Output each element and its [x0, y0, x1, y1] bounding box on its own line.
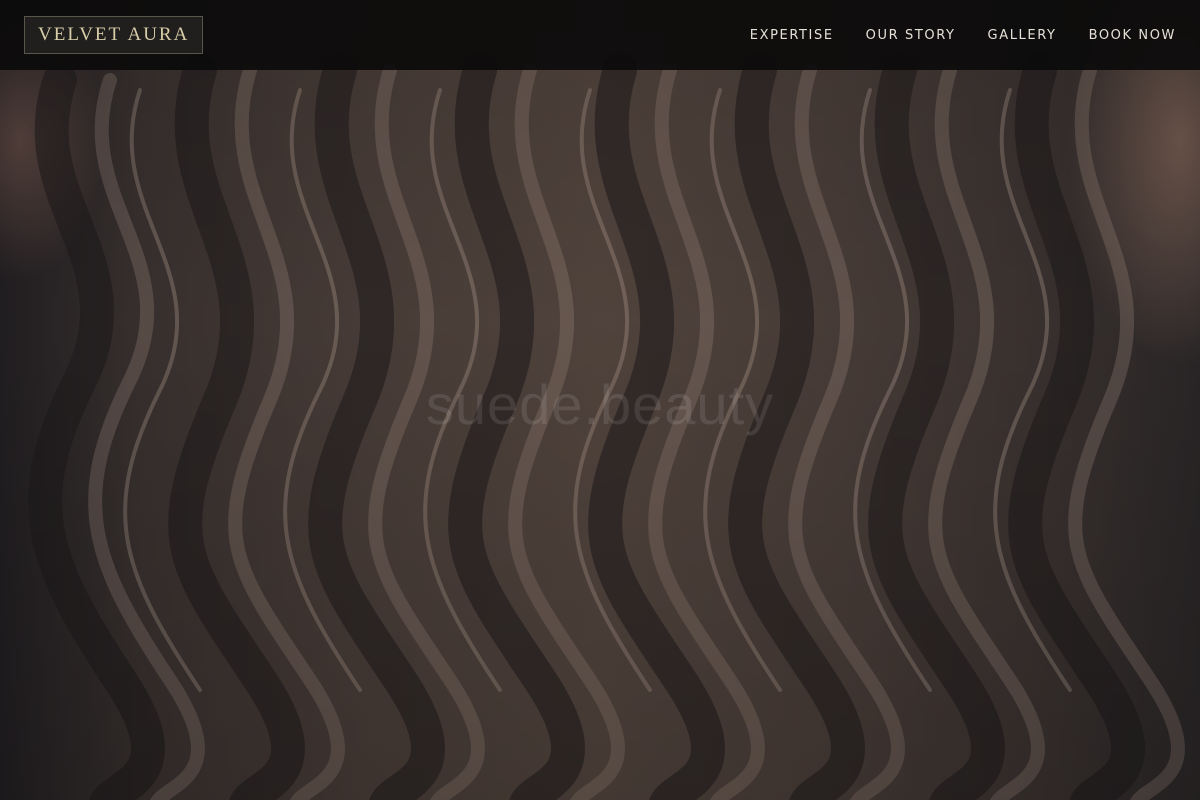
brand-logo[interactable]: VELVET AURA: [24, 16, 204, 54]
nav-book-now[interactable]: BOOK NOW: [1089, 28, 1176, 43]
page: suede.beauty VELVET AURA EXPERTISE OUR S…: [0, 0, 1200, 800]
main-nav: EXPERTISE OUR STORY GALLERY BOOK NOW: [750, 28, 1176, 43]
nav-expertise[interactable]: EXPERTISE: [750, 28, 834, 43]
nav-our-story[interactable]: OUR STORY: [866, 28, 956, 43]
hero-image: suede.beauty: [0, 0, 1200, 800]
site-header: VELVET AURA EXPERTISE OUR STORY GALLERY …: [0, 0, 1200, 70]
nav-gallery[interactable]: GALLERY: [988, 28, 1057, 43]
hero-shade-overlay: [0, 0, 1200, 800]
